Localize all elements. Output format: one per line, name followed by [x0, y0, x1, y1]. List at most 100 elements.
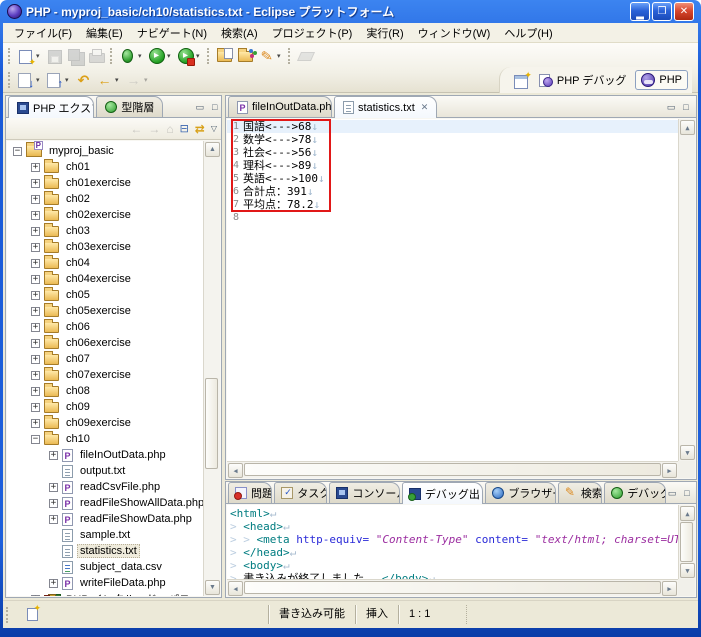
expand-icon[interactable]: + [31, 307, 40, 316]
menu-item-7[interactable]: ヘルプ(H) [497, 23, 559, 43]
scroll-left-icon[interactable]: ◀ [228, 581, 243, 596]
console-tab-tasks[interactable]: タスク [274, 482, 327, 503]
dropdown-arrow-icon[interactable]: ▾ [115, 76, 122, 84]
tree-item-ch02exercise[interactable]: +ch02exercise [7, 207, 203, 223]
expand-icon[interactable]: + [31, 211, 40, 220]
console-tab-console[interactable]: コンソール [329, 482, 400, 503]
console-tab-problems[interactable]: 問題 [228, 482, 272, 503]
tree-item-ch05exercise[interactable]: +ch05exercise [7, 303, 203, 319]
console-vertical-scrollbar[interactable]: ▲ ▼ [678, 505, 695, 579]
expand-icon[interactable]: + [31, 371, 40, 380]
collapse-all-icon[interactable]: ⊟ [180, 122, 189, 136]
editor-maximize-icon[interactable]: □ [680, 102, 692, 113]
expand-icon[interactable]: + [31, 195, 40, 204]
tree-item-ch09[interactable]: +ch09 [7, 399, 203, 415]
menu-item-0[interactable]: ファイル(F) [7, 23, 79, 43]
expand-icon[interactable]: + [31, 339, 40, 348]
expand-icon[interactable]: + [31, 291, 40, 300]
tree-item-ch01[interactable]: +ch01 [7, 159, 203, 175]
collapse-icon[interactable]: − [31, 435, 40, 444]
console-maximize-icon[interactable]: □ [681, 488, 693, 499]
expand-icon[interactable]: + [31, 323, 40, 332]
dropdown-arrow-icon[interactable]: ▾ [138, 52, 145, 60]
editor-line[interactable]: 1国語<--->68↓ [227, 120, 678, 133]
dropdown-arrow-icon[interactable]: ▾ [196, 52, 203, 60]
new-wizard-button[interactable]: ▾ [16, 47, 43, 66]
console-minimize-icon[interactable]: ▭ [666, 488, 678, 499]
scroll-down-icon[interactable]: ▼ [680, 445, 695, 460]
editor-line[interactable]: 8 [227, 211, 678, 224]
tree-item-statistics-txt[interactable]: statistics.txt [7, 543, 203, 559]
console-tab-debug[interactable]: デバッグ [604, 482, 666, 503]
open-type-button[interactable] [236, 47, 255, 66]
expand-icon[interactable]: + [31, 179, 40, 188]
tree-item-myproj-basic[interactable]: −myproj_basic [7, 143, 203, 159]
debug-button[interactable]: ▾ [118, 47, 145, 66]
dropdown-arrow-icon[interactable]: ▾ [277, 52, 284, 60]
tree-item-ch06exercise[interactable]: +ch06exercise [7, 335, 203, 351]
explorer-tab-type-hierarchy[interactable]: 型階層 [96, 96, 163, 117]
editor-tab-statistics-txt[interactable]: statistics.txt✕ [334, 96, 437, 118]
dropdown-arrow-icon[interactable]: ▾ [144, 76, 151, 84]
menu-item-4[interactable]: プロジェクト(P) [265, 23, 360, 43]
menu-item-3[interactable]: 検索(A) [214, 23, 265, 43]
text-editor[interactable]: 1国語<--->68↓2数学<--->78↓3社会<--->56↓4理科<---… [227, 119, 695, 478]
tree-item-php-[interactable]: +PHP インクルード・パス [7, 591, 203, 596]
tree-item-writefiledata-php[interactable]: +PwriteFileData.php [7, 575, 203, 591]
editor-line[interactable]: 4理科<--->89↓ [227, 159, 678, 172]
editor-line[interactable]: 3社会<--->56↓ [227, 146, 678, 159]
tree-item-ch04exercise[interactable]: +ch04exercise [7, 271, 203, 287]
scroll-down-icon[interactable]: ▼ [680, 563, 695, 578]
close-tab-icon[interactable]: ✕ [419, 102, 429, 113]
menu-item-2[interactable]: ナビゲート(N) [130, 23, 214, 43]
fast-view-icon[interactable] [27, 608, 38, 621]
expand-icon[interactable]: + [31, 227, 40, 236]
expand-icon[interactable]: + [49, 483, 58, 492]
editor-line[interactable]: 7平均点：78.2↓ [227, 198, 678, 211]
expand-icon[interactable]: + [31, 355, 40, 364]
dropdown-arrow-icon[interactable]: ▾ [36, 76, 43, 84]
tree-item-ch06[interactable]: +ch06 [7, 319, 203, 335]
scroll-thumb[interactable] [680, 522, 693, 562]
explorer-tab-php-explorer[interactable]: PHP エクスプ✕ [8, 96, 94, 118]
menu-item-6[interactable]: ウィンドウ(W) [411, 23, 498, 43]
run-button[interactable]: ▾ [147, 47, 174, 66]
console-tab-debug-output[interactable]: デバッグ出✕ [402, 482, 483, 504]
scroll-right-icon[interactable]: ▶ [662, 463, 677, 478]
expand-icon[interactable]: + [31, 387, 40, 396]
scroll-up-icon[interactable]: ▲ [680, 120, 695, 135]
expand-icon[interactable]: + [31, 163, 40, 172]
expand-icon[interactable]: + [49, 515, 58, 524]
open-perspective-icon[interactable] [514, 73, 530, 88]
tree-vertical-scrollbar[interactable]: ▲ ▼ [203, 141, 220, 596]
tree-item-ch04[interactable]: +ch04 [7, 255, 203, 271]
explorer-maximize-icon[interactable]: □ [209, 102, 221, 113]
debug-output-view[interactable]: <html>↵> <head>↵> > <meta http-equiv= "C… [227, 505, 695, 596]
tree-item-ch05[interactable]: +ch05 [7, 287, 203, 303]
expand-icon[interactable]: + [31, 419, 40, 428]
expand-icon[interactable]: + [31, 403, 40, 412]
console-tab-browser[interactable]: ブラウザー [485, 482, 556, 503]
tree-item-readcsvfile-php[interactable]: +PreadCsvFile.php [7, 479, 203, 495]
editor-minimize-icon[interactable]: ▭ [665, 102, 677, 113]
editor-line[interactable]: 6合計点：391↓ [227, 185, 678, 198]
tree-item-ch08[interactable]: +ch08 [7, 383, 203, 399]
back-icon[interactable]: ← [130, 122, 142, 136]
dropdown-arrow-icon[interactable]: ▾ [36, 52, 43, 60]
expand-icon[interactable]: + [49, 579, 58, 588]
dropdown-arrow-icon[interactable]: ▾ [167, 52, 174, 60]
console-tab-search[interactable]: 検索 [558, 482, 602, 503]
collapse-icon[interactable]: − [13, 147, 22, 156]
perspective-php[interactable]: PHP [635, 70, 688, 90]
minimize-button[interactable]: ▂ [630, 2, 650, 21]
expand-icon[interactable]: + [31, 275, 40, 284]
scroll-left-icon[interactable]: ◀ [228, 463, 243, 478]
menu-item-1[interactable]: 編集(E) [79, 23, 130, 43]
tree-item-ch07exercise[interactable]: +ch07exercise [7, 367, 203, 383]
link-with-editor-icon[interactable]: ⇄ [195, 122, 205, 136]
tree-item-ch10[interactable]: −ch10 [7, 431, 203, 447]
go-home-icon[interactable]: ⌂ [166, 122, 173, 136]
tree-item-ch01exercise[interactable]: +ch01exercise [7, 175, 203, 191]
back-button[interactable]: ▾ [95, 71, 122, 90]
tree-item-ch03exercise[interactable]: +ch03exercise [7, 239, 203, 255]
